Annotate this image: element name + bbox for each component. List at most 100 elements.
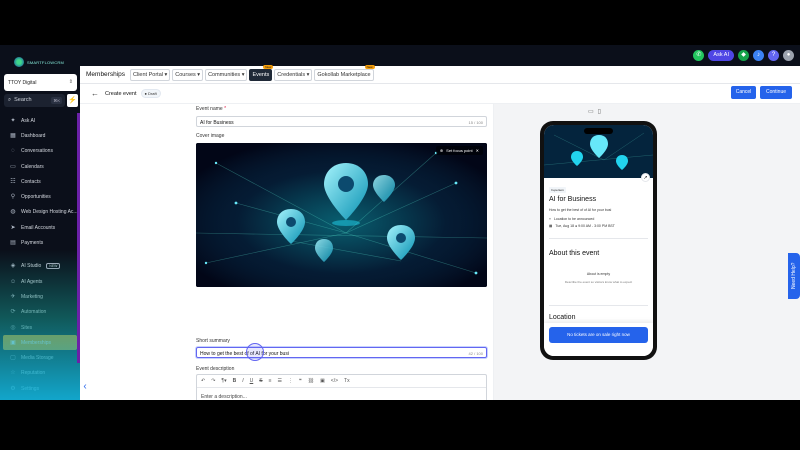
clear-format-icon[interactable]: Tx	[344, 378, 350, 384]
sidebar-item-opportunities[interactable]: ⚲ Opportunities	[0, 189, 80, 204]
mobile-preview-panel: ▭ ▯ ↗ In-person AI for Business How to g…	[494, 104, 800, 400]
bullet-list-icon[interactable]: ☰	[278, 378, 282, 384]
event-name-input[interactable]: AI for Business 15 / 100	[196, 116, 487, 127]
chevron-updown-icon: ⇕	[68, 79, 73, 85]
cover-image[interactable]: ⊕ Set focus point ✕	[196, 143, 487, 287]
link-icon[interactable]: ⛓	[308, 378, 314, 384]
tab-communities[interactable]: Communities ▾	[205, 68, 248, 81]
set-focus-point-button[interactable]: ⊕ Set focus point ✕	[435, 146, 483, 155]
sites-icon: ◎	[10, 324, 16, 331]
avatar[interactable]: ●	[783, 50, 794, 61]
sidebar-item-ai-studio[interactable]: ◈ AI Studio NEW	[0, 259, 80, 274]
quote-icon[interactable]: ❝	[299, 378, 302, 384]
tab-courses[interactable]: Courses ▾	[172, 68, 204, 81]
underline-icon[interactable]: U	[250, 378, 254, 384]
tab-client-portal[interactable]: Client Portal ▾	[130, 68, 171, 81]
sidebar-item-ai-agents[interactable]: ☺ AI Agents	[0, 274, 80, 289]
sidebar-item-calendars[interactable]: ▭ Calendars	[0, 159, 80, 174]
sidebar-item-dashboard[interactable]: ▦ Dashboard	[0, 128, 80, 143]
sidebar-item-memberships[interactable]: ▣ Memberships	[3, 335, 77, 351]
status-badge: ● Draft	[140, 89, 161, 98]
cover-image-graphic	[196, 143, 487, 287]
event-description-label: Event description	[196, 366, 235, 372]
about-empty-text: Describe the event so visitors know what…	[564, 280, 633, 284]
share-icon[interactable]: ↗	[641, 173, 650, 182]
account-name: TTOY Digital	[8, 80, 37, 86]
funnel-icon: ⚲	[10, 194, 16, 201]
event-form: Event name * AI for Business 15 / 100 Co…	[188, 104, 494, 400]
need-help-tab[interactable]: Need Help?	[788, 253, 800, 299]
numbered-list-icon[interactable]: ⋮	[288, 378, 293, 384]
quick-actions-bolt-icon[interactable]: ⚡	[67, 94, 78, 107]
sidebar-item-reputation[interactable]: ☆ Reputation	[0, 366, 80, 381]
about-empty-title: About is empty	[586, 272, 611, 276]
sidebar-item-marketing[interactable]: ✈ Marketing	[0, 289, 80, 304]
sidebar-item-contacts[interactable]: ☷ Contacts	[0, 174, 80, 189]
sidebar-item-ask-ai[interactable]: ✦ Ask AI	[0, 113, 80, 128]
tab-credentials[interactable]: Credentials ▾	[274, 68, 313, 81]
bold-icon[interactable]: B	[233, 378, 237, 384]
chevron-down-icon: ▾	[241, 71, 245, 78]
undo-icon[interactable]: ↶	[201, 378, 205, 384]
short-summary-input[interactable]: How to get the best of of AI for your bu…	[196, 347, 487, 358]
sidebar-item-conversations[interactable]: ◌ Conversations	[0, 144, 80, 159]
preview-event-title: AI for Business	[549, 196, 597, 203]
module-subnav: Memberships Client Portal ▾ Courses ▾ Co…	[80, 64, 800, 84]
heading-icon[interactable]: ¶▾	[221, 378, 226, 384]
preview-datetime: ▦ Tue, Aug 18 ● 9:00 AM - 3:00 PM BST	[549, 224, 615, 228]
megaphone-icon[interactable]: ◆	[738, 50, 749, 61]
target-icon: ⊕	[439, 148, 444, 153]
mobile-icon[interactable]: ▯	[598, 108, 601, 115]
chevron-down-icon: ▾	[197, 71, 201, 78]
tab-events[interactable]: Events New	[249, 64, 274, 81]
logo: SMARTFLOWCRM	[14, 55, 66, 69]
ticket-bar: No tickets are on sale right now	[544, 323, 653, 356]
close-icon[interactable]: ✕	[476, 148, 479, 153]
sidebar-item-web-design[interactable]: ◍ Web Design Hosting Ac...	[0, 205, 80, 220]
bell-icon[interactable]: ♪	[753, 50, 764, 61]
back-arrow-icon[interactable]: ←	[91, 89, 99, 98]
module-title: Memberships	[86, 71, 126, 78]
strikethrough-icon[interactable]: S	[259, 378, 262, 384]
cancel-button[interactable]: Cancel	[731, 86, 756, 99]
sidebar-scrollbar[interactable]	[77, 113, 80, 363]
sidebar-item-settings[interactable]: ⚙ Settings	[0, 381, 80, 396]
tab-marketplace[interactable]: Gokollab Marketplace New	[314, 64, 375, 81]
ask-ai-button[interactable]: Ask AI	[708, 50, 734, 61]
image-icon[interactable]: ▣	[320, 378, 325, 384]
help-icon[interactable]: ?	[768, 50, 779, 61]
redo-icon[interactable]: ↷	[211, 378, 215, 384]
sidebar-item-payments[interactable]: ▤ Payments	[0, 235, 80, 250]
memberships-icon: ▣	[10, 339, 16, 346]
sidebar-item-email-accounts[interactable]: ➤ Email Accounts	[0, 220, 80, 235]
search-shortcut: ⌘K	[51, 97, 62, 104]
description-editor[interactable]: ↶ ↷ ¶▾ B I U S ≡ ☰ ⋮ ❝ ⛓ ▣ </> Tx Enter …	[196, 374, 487, 400]
chevron-down-icon: ▾	[306, 71, 310, 78]
desktop-icon[interactable]: ▭	[588, 108, 594, 115]
editor-toolbar: ↶ ↷ ¶▾ B I U S ≡ ☰ ⋮ ❝ ⛓ ▣ </> Tx	[197, 375, 486, 388]
media-icon: ▢	[10, 355, 16, 362]
chevron-down-icon: ▾	[164, 71, 168, 78]
sidebar-item-automation[interactable]: ⟳ Automation	[0, 305, 80, 320]
event-name-label: Event name *	[196, 106, 227, 112]
account-switcher[interactable]: TTOY Digital ⇕	[4, 74, 77, 91]
sidebar-item-media-storage[interactable]: ▢ Media Storage	[0, 350, 80, 365]
continue-button[interactable]: Continue	[760, 86, 792, 99]
collapse-sidebar-chevron-icon[interactable]: ‹	[80, 380, 90, 394]
divider	[549, 305, 648, 306]
char-count: 15 / 100	[468, 120, 483, 125]
tickets-button[interactable]: No tickets are on sale right now	[549, 327, 648, 343]
sidebar-item-sites[interactable]: ◎ Sites	[0, 320, 80, 335]
new-badge: New	[364, 64, 375, 69]
app-window: SMARTFLOWCRM TTOY Digital ⇕ ⌕ Search ⌘K …	[0, 45, 800, 400]
code-icon[interactable]: </>	[331, 378, 338, 384]
align-icon[interactable]: ≡	[269, 378, 272, 384]
page-title: Create event	[105, 90, 137, 97]
calendar-icon: ▭	[10, 163, 16, 170]
italic-icon[interactable]: I	[242, 378, 243, 384]
location-heading: Location	[549, 314, 576, 321]
sidebar-search[interactable]: ⌕ Search ⌘K	[4, 94, 65, 107]
phone-icon[interactable]: ✆	[693, 50, 705, 61]
logo-mark-icon	[14, 57, 24, 67]
cover-image-label: Cover image	[196, 133, 225, 139]
